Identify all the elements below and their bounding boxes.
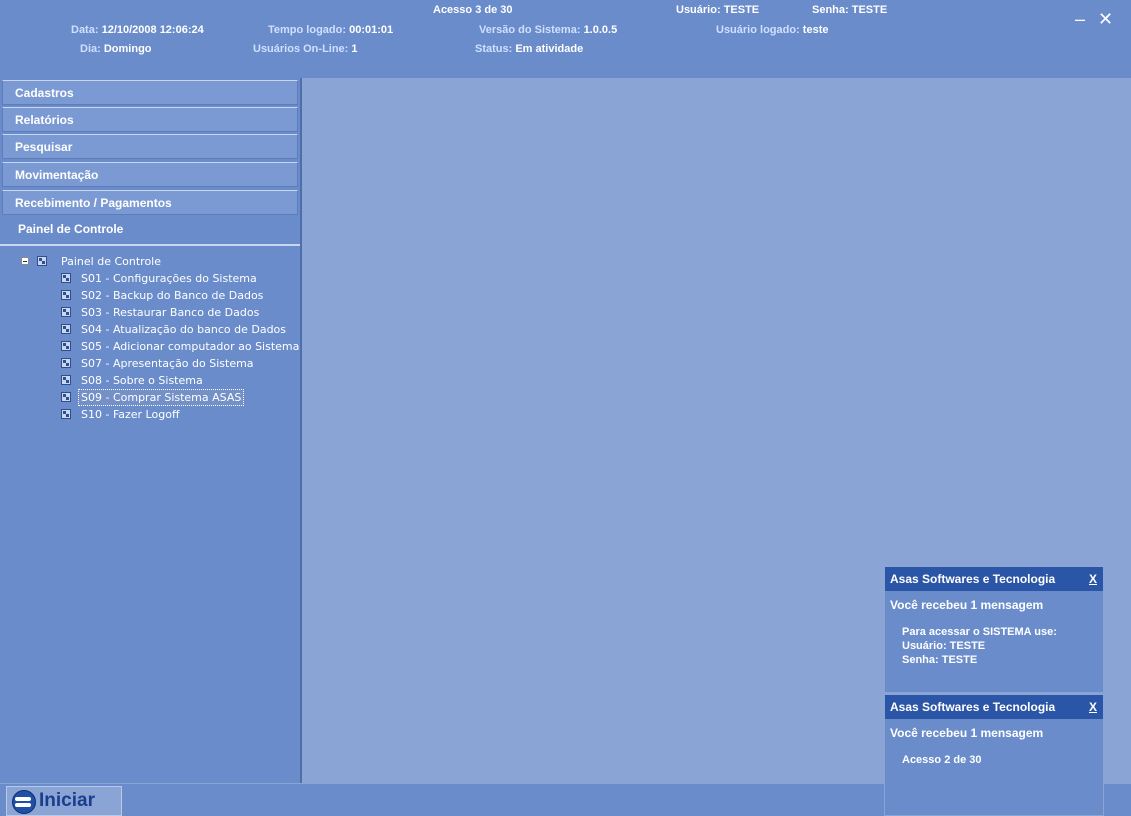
item-icon (61, 290, 71, 300)
menu-movimentacao[interactable]: Movimentação (2, 162, 298, 187)
asas-logo-icon (12, 790, 36, 814)
time-logged-field: Tempo logado: 00:01:01 (268, 24, 394, 36)
logged-user-field: Usuário logado: teste (716, 24, 829, 36)
online-users-field: Usuários On-Line: 1 (253, 43, 358, 55)
menu-pesquisar[interactable]: Pesquisar (2, 134, 298, 159)
minimize-button[interactable]: – (1075, 10, 1085, 28)
status-header: Acesso 3 de 30 Usuário: TESTE Senha: TES… (0, 0, 1131, 78)
collapse-icon[interactable] (21, 257, 29, 265)
notification-close-button[interactable]: X (1089, 567, 1097, 591)
notification-title-bar: Asas Softwares e Tecnologia X (885, 695, 1103, 719)
status-field: Status: Em atividade (475, 43, 584, 55)
panel-title[interactable]: Painel de Controle (0, 217, 300, 246)
notification-subtitle: Você recebeu 1 mensagem (890, 726, 1044, 740)
item-icon (61, 409, 71, 419)
item-icon (61, 358, 71, 368)
menu-relatorios[interactable]: Relatórios (2, 107, 298, 132)
notification-body: Para acessar o SISTEMA use: Usuário: TES… (902, 626, 1057, 666)
navigation-panel: Cadastros Relatórios Pesquisar Movimenta… (0, 78, 302, 783)
item-icon (61, 341, 71, 351)
notification-popup: Asas Softwares e Tecnologia X Você receb… (884, 566, 1104, 693)
version-field: Versão do Sistema: 1.0.0.5 (479, 24, 618, 36)
day-field: Dia: Domingo (80, 43, 152, 55)
notification-popup: Asas Softwares e Tecnologia X Você receb… (884, 694, 1104, 816)
usuario-field: Usuário: TESTE (676, 4, 760, 16)
start-button[interactable]: Iniciar (6, 786, 122, 816)
item-icon (61, 324, 71, 334)
menu-recebimento-pagamentos[interactable]: Recebimento / Pagamentos (2, 190, 298, 215)
item-icon (61, 307, 71, 317)
close-button[interactable]: ✕ (1098, 10, 1113, 28)
notification-body: Acesso 2 de 30 (902, 754, 982, 766)
item-icon (61, 273, 71, 283)
access-count: Acesso 3 de 30 (433, 4, 513, 16)
notification-close-button[interactable]: X (1089, 695, 1097, 719)
notification-title-bar: Asas Softwares e Tecnologia X (885, 567, 1103, 591)
senha-field: Senha: TESTE (812, 4, 888, 16)
notification-subtitle: Você recebeu 1 mensagem (890, 598, 1044, 612)
item-icon (61, 392, 71, 402)
date-field: Data: 12/10/2008 12:06:24 (71, 24, 204, 36)
folder-icon (37, 256, 47, 266)
item-icon (61, 375, 71, 385)
menu-cadastros[interactable]: Cadastros (2, 80, 298, 105)
